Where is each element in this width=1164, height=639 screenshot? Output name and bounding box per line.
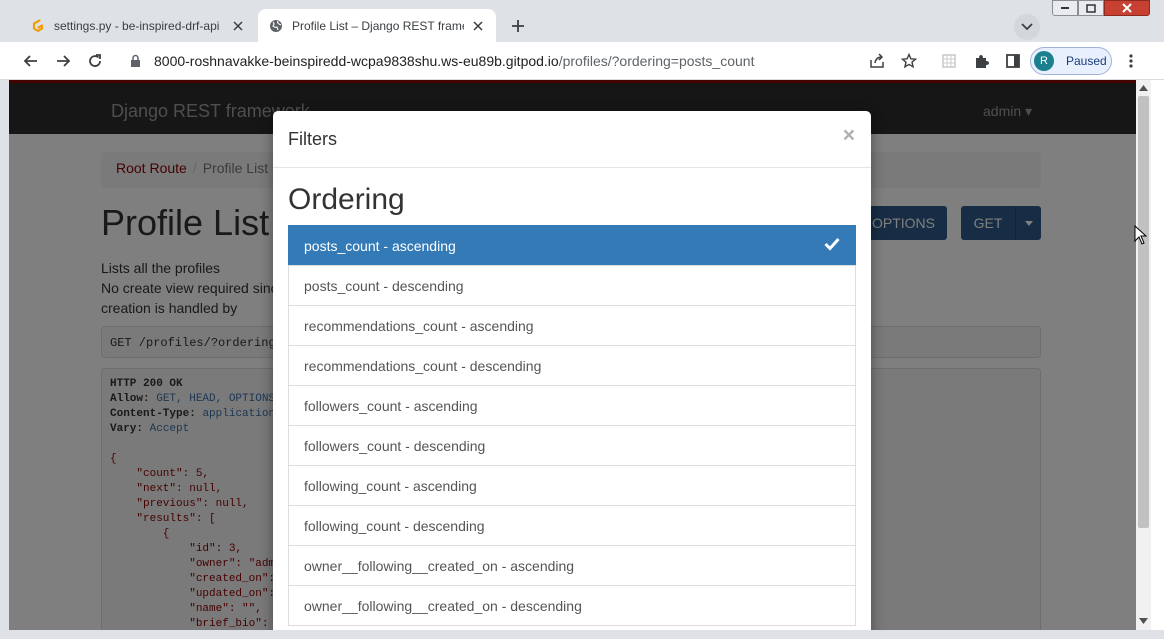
page-scrollbar[interactable] [1136,80,1151,630]
ordering-option-label: following_count - ascending [304,477,477,494]
browser-toolbar: 8000-roshnavakke-beinspiredd-wcpa9838shu… [0,42,1164,80]
ordering-option[interactable]: recommendations_count - descending [288,345,856,386]
forward-arrow-icon [57,55,71,67]
lock-icon [130,54,144,68]
globe-icon [268,18,284,34]
scroll-up-icon[interactable] [1139,83,1148,92]
ordering-option-label: followers_count - ascending [304,397,478,414]
menu-button[interactable] [1117,47,1145,75]
ordering-option[interactable]: posts_count - descending [288,265,856,306]
ordering-option-label: posts_count - descending [304,277,464,294]
ordering-option-label: posts_count - ascending [304,237,456,254]
ordering-option[interactable]: followers_count - ascending [288,385,856,426]
ordering-option-label: owner__following__created_on - descendin… [304,597,582,614]
ordering-option[interactable]: owner__following__created_on - descendin… [288,585,856,626]
address-bar[interactable]: 8000-roshnavakke-beinspiredd-wcpa9838shu… [120,46,860,76]
chevron-down-icon [1021,23,1033,31]
close-tab-icon[interactable] [230,18,246,34]
close-icon[interactable]: × [843,124,855,148]
url-path: /profiles/?ordering=posts_count [558,53,755,69]
gitpod-icon [30,18,46,34]
ordering-option[interactable]: owner__following__created_on - ascending [288,545,856,586]
back-arrow-icon [23,55,37,67]
avatar: R [1034,51,1054,71]
extension-button[interactable] [935,47,963,75]
close-window-button[interactable] [1104,0,1150,16]
ordering-option[interactable]: following_count - descending [288,505,856,546]
ordering-option[interactable]: recommendations_count - ascending [288,305,856,346]
tab-search-button[interactable] [1014,14,1040,40]
forward-button[interactable] [49,47,77,75]
url-host: 8000-roshnavakke-beinspiredd-wcpa9838shu… [154,53,559,69]
ordering-option-label: recommendations_count - ascending [304,317,534,334]
tab-strip: settings.py - be-inspired-drf-api Profil… [0,0,1164,42]
ordering-option-label: following_count - descending [304,517,485,534]
modal-title: Filters [288,129,337,149]
bookmark-button[interactable] [895,47,923,75]
browser-window: settings.py - be-inspired-drf-api Profil… [0,0,1164,639]
tab-settings-py[interactable]: settings.py - be-inspired-drf-api [20,9,256,42]
reload-icon [89,54,101,67]
window-bottom-border [0,630,1164,639]
star-icon [901,53,917,69]
checkmark-icon [824,237,840,254]
ordering-option-label: followers_count - descending [304,437,486,454]
profile-status: Paused [1066,54,1107,68]
extension-grid-icon [942,54,956,68]
ordering-heading: Ordering [288,183,405,216]
side-panel-button[interactable] [999,47,1027,75]
page-viewport: Django REST framework admin ▾ Root Route… [0,80,1164,639]
back-button[interactable] [17,47,45,75]
minimize-button[interactable] [1052,0,1078,16]
tab-title: Profile List – Django REST framew [292,18,464,33]
share-button[interactable] [863,47,891,75]
mouse-cursor-icon [1134,224,1148,250]
ordering-list: posts_count - ascending posts_count - de… [288,225,856,626]
side-panel-icon [1006,54,1020,68]
kebab-menu-icon [1129,54,1133,68]
close-tab-icon[interactable] [470,18,486,34]
scroll-down-icon[interactable] [1139,616,1148,625]
profile-button[interactable]: R Paused [1030,47,1112,75]
puzzle-icon [976,55,989,68]
filters-modal: Filters × Ordering posts_count - ascendi… [273,111,871,639]
ordering-option-label: owner__following__created_on - ascending [304,557,575,574]
ordering-option[interactable]: following_count - ascending [288,465,856,506]
share-icon [870,53,884,68]
ordering-option[interactable]: followers_count - descending [288,425,856,466]
maximize-button[interactable] [1078,0,1104,16]
extensions-button[interactable] [967,47,995,75]
tab-title: settings.py - be-inspired-drf-api [54,18,220,33]
reload-button[interactable] [81,47,109,75]
page: Django REST framework admin ▾ Root Route… [9,80,1136,639]
scrollbar-thumb[interactable] [1138,96,1149,528]
ordering-option-label: recommendations_count - descending [304,357,542,374]
modal-header: Filters × [273,111,871,168]
ordering-option[interactable]: posts_count - ascending [288,225,856,266]
tab-profile-list[interactable]: Profile List – Django REST framew [258,9,496,42]
new-tab-button[interactable] [506,14,530,38]
